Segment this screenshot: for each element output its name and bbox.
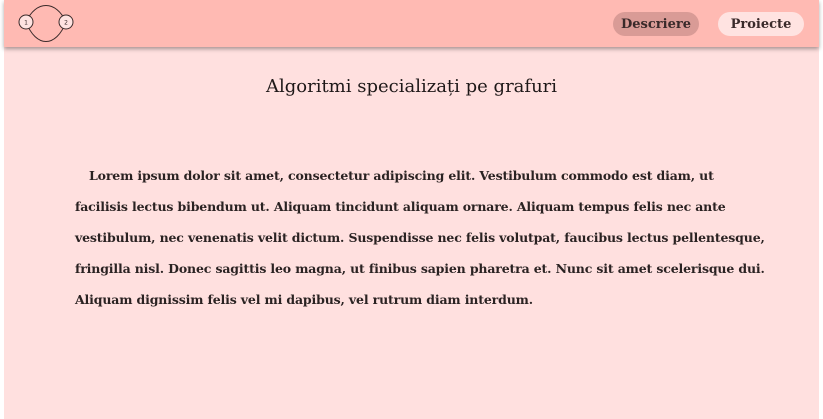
page-title: Algoritmi specializați pe grafuri	[265, 76, 558, 97]
nav-proiecte-button[interactable]: Proiecte	[718, 12, 804, 36]
description-paragraph: Lorem ipsum dolor sit amet, consectetur …	[75, 168, 765, 307]
graph-logo-icon[interactable]: 1 2	[16, 4, 76, 44]
header-bar: 1 2 Descriere Proiecte	[4, 0, 819, 47]
logo-node-2-label: 2	[64, 20, 68, 27]
logo-node-1-label: 1	[24, 20, 28, 27]
page-frame: 1 2 Descriere Proiecte Algoritmi special…	[4, 0, 819, 419]
nav-descriere-button[interactable]: Descriere	[613, 12, 699, 36]
